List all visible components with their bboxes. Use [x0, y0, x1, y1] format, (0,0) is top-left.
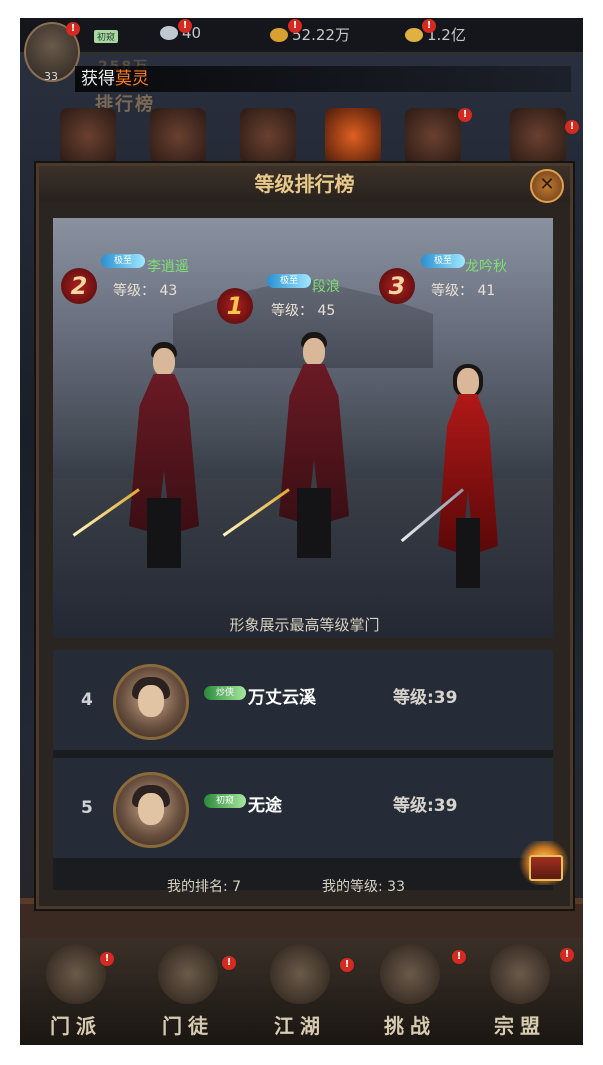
challenge-blades-icon [380, 944, 440, 1004]
reward-chest-icon[interactable] [519, 841, 569, 885]
top3-showcase: 2 极至 李逍遥 等级： 43 1 极至 段浪 等级： 45 3 极至 龙吟秋 … [53, 218, 553, 638]
nav-label: 门派 [50, 1014, 102, 1038]
gold-resource[interactable]: 52.22万 [270, 24, 350, 45]
bottom-navigation: 门派 ! 门徒 ! 江湖 ! 挑战 ! 宗盟 ! [20, 938, 583, 1045]
row-rank: 5 [81, 798, 93, 818]
sect-gate-icon [46, 944, 106, 1004]
row-level: 等级:39 [393, 796, 458, 816]
nav-disciples-alert-icon: ! [222, 956, 236, 970]
my-level: 我的等级: 33 [322, 879, 405, 895]
dialog-title: 等级排行榜 [39, 166, 570, 202]
menu-treasure-icon[interactable] [510, 108, 566, 164]
disciple-hat-icon [158, 944, 218, 1004]
alliance-mask-icon [490, 944, 550, 1004]
row-avatar[interactable] [113, 772, 189, 848]
menu-alert-icon: ! [458, 108, 472, 122]
nav-jianghu-alert-icon: ! [340, 958, 354, 972]
nav-challenge-alert-icon: ! [452, 950, 466, 964]
row-name: 万丈云溪 [248, 688, 316, 708]
notice-prefix: 获得 [81, 69, 115, 89]
close-button[interactable]: ✕ [530, 169, 564, 203]
rank-2-emblem: 2 [61, 268, 97, 304]
menu-book-icon[interactable] [240, 108, 296, 164]
my-rank: 我的排名: 7 [167, 879, 242, 895]
row-level: 等级:39 [393, 688, 458, 708]
menu-bag-icon[interactable] [405, 108, 461, 164]
nav-jianghu[interactable]: 江湖 [250, 944, 350, 1039]
ranking-row[interactable]: 4 炒侠 万丈云溪 等级:39 [53, 650, 553, 752]
ranking-list: 4 炒侠 万丈云溪 等级:39 5 初窥 无途 等级:39 [53, 650, 553, 890]
nav-alliance[interactable]: 宗盟 [470, 944, 570, 1039]
rank-1-level: 等级： 45 [271, 303, 336, 319]
jianghu-swords-icon [270, 944, 330, 1004]
reward-notice: 获得莫灵 [75, 66, 571, 92]
rank-3-character[interactable] [400, 364, 513, 588]
nav-label: 宗盟 [494, 1014, 546, 1038]
level-ranking-dialog: 等级排行榜 ✕ 2 极至 李逍遥 等级： 43 1 极至 段浪 等级： 45 3… [36, 163, 573, 909]
rank-1-name[interactable]: 段浪 [312, 276, 340, 296]
ranking-row[interactable]: 5 初窥 无途 等级:39 [53, 758, 553, 860]
menu-alert-icon-2: ! [565, 120, 579, 134]
menu-fan-icon[interactable] [150, 108, 206, 164]
row-name: 无途 [248, 796, 282, 816]
nav-sect-alert-icon: ! [100, 952, 114, 966]
rank-3-name[interactable]: 龙吟秋 [465, 256, 507, 276]
showcase-caption: 形象展示最高等级掌门 [229, 616, 380, 634]
gold-alert-icon: ! [288, 19, 302, 33]
rank-1-emblem: 1 [217, 288, 253, 324]
menu-scroll-icon[interactable] [60, 108, 116, 164]
rank-2-name[interactable]: 李逍遥 [147, 256, 189, 276]
player-level: 33 [44, 70, 58, 83]
coin-icon [405, 28, 423, 42]
silver-alert-icon: ! [178, 19, 192, 33]
nav-alliance-alert-icon: ! [560, 948, 574, 962]
nav-label: 门徒 [162, 1014, 214, 1038]
game-screen: 40 ! 52.22万 ! 1.2亿 ! ! 33 初窥 258万 获得莫灵 排… [20, 18, 583, 1045]
rank-1-realm-chip: 极至 [267, 274, 311, 288]
gold-ingot-icon [270, 28, 288, 42]
row-avatar[interactable] [113, 664, 189, 740]
nav-label: 挑战 [384, 1014, 436, 1038]
row-realm-tag: 初窥 [204, 794, 246, 808]
background-menu-row: ! ! [20, 108, 583, 168]
my-ranking-bar: 我的排名: 7 我的等级: 33 [39, 872, 570, 898]
nav-label: 江湖 [274, 1014, 326, 1038]
rank-2-realm-chip: 极至 [101, 254, 145, 268]
rank-1-character[interactable] [222, 332, 369, 588]
player-realm-tag: 初窥 [94, 30, 119, 43]
rank-2-level: 等级： 43 [113, 283, 178, 299]
silver-icon [160, 26, 178, 40]
nav-challenge[interactable]: 挑战 [360, 944, 460, 1039]
row-rank: 4 [81, 690, 93, 710]
avatar-alert-icon: ! [66, 22, 80, 36]
rank-2-character[interactable] [72, 342, 219, 588]
notice-highlight: 莫灵 [115, 69, 149, 89]
rank-3-realm-chip: 极至 [421, 254, 465, 268]
row-realm-tag: 炒侠 [204, 686, 246, 700]
rank-3-level: 等级： 41 [431, 283, 496, 299]
rank-3-emblem: 3 [379, 268, 415, 304]
coin-alert-icon: ! [422, 19, 436, 33]
menu-flame-icon[interactable] [325, 108, 381, 164]
